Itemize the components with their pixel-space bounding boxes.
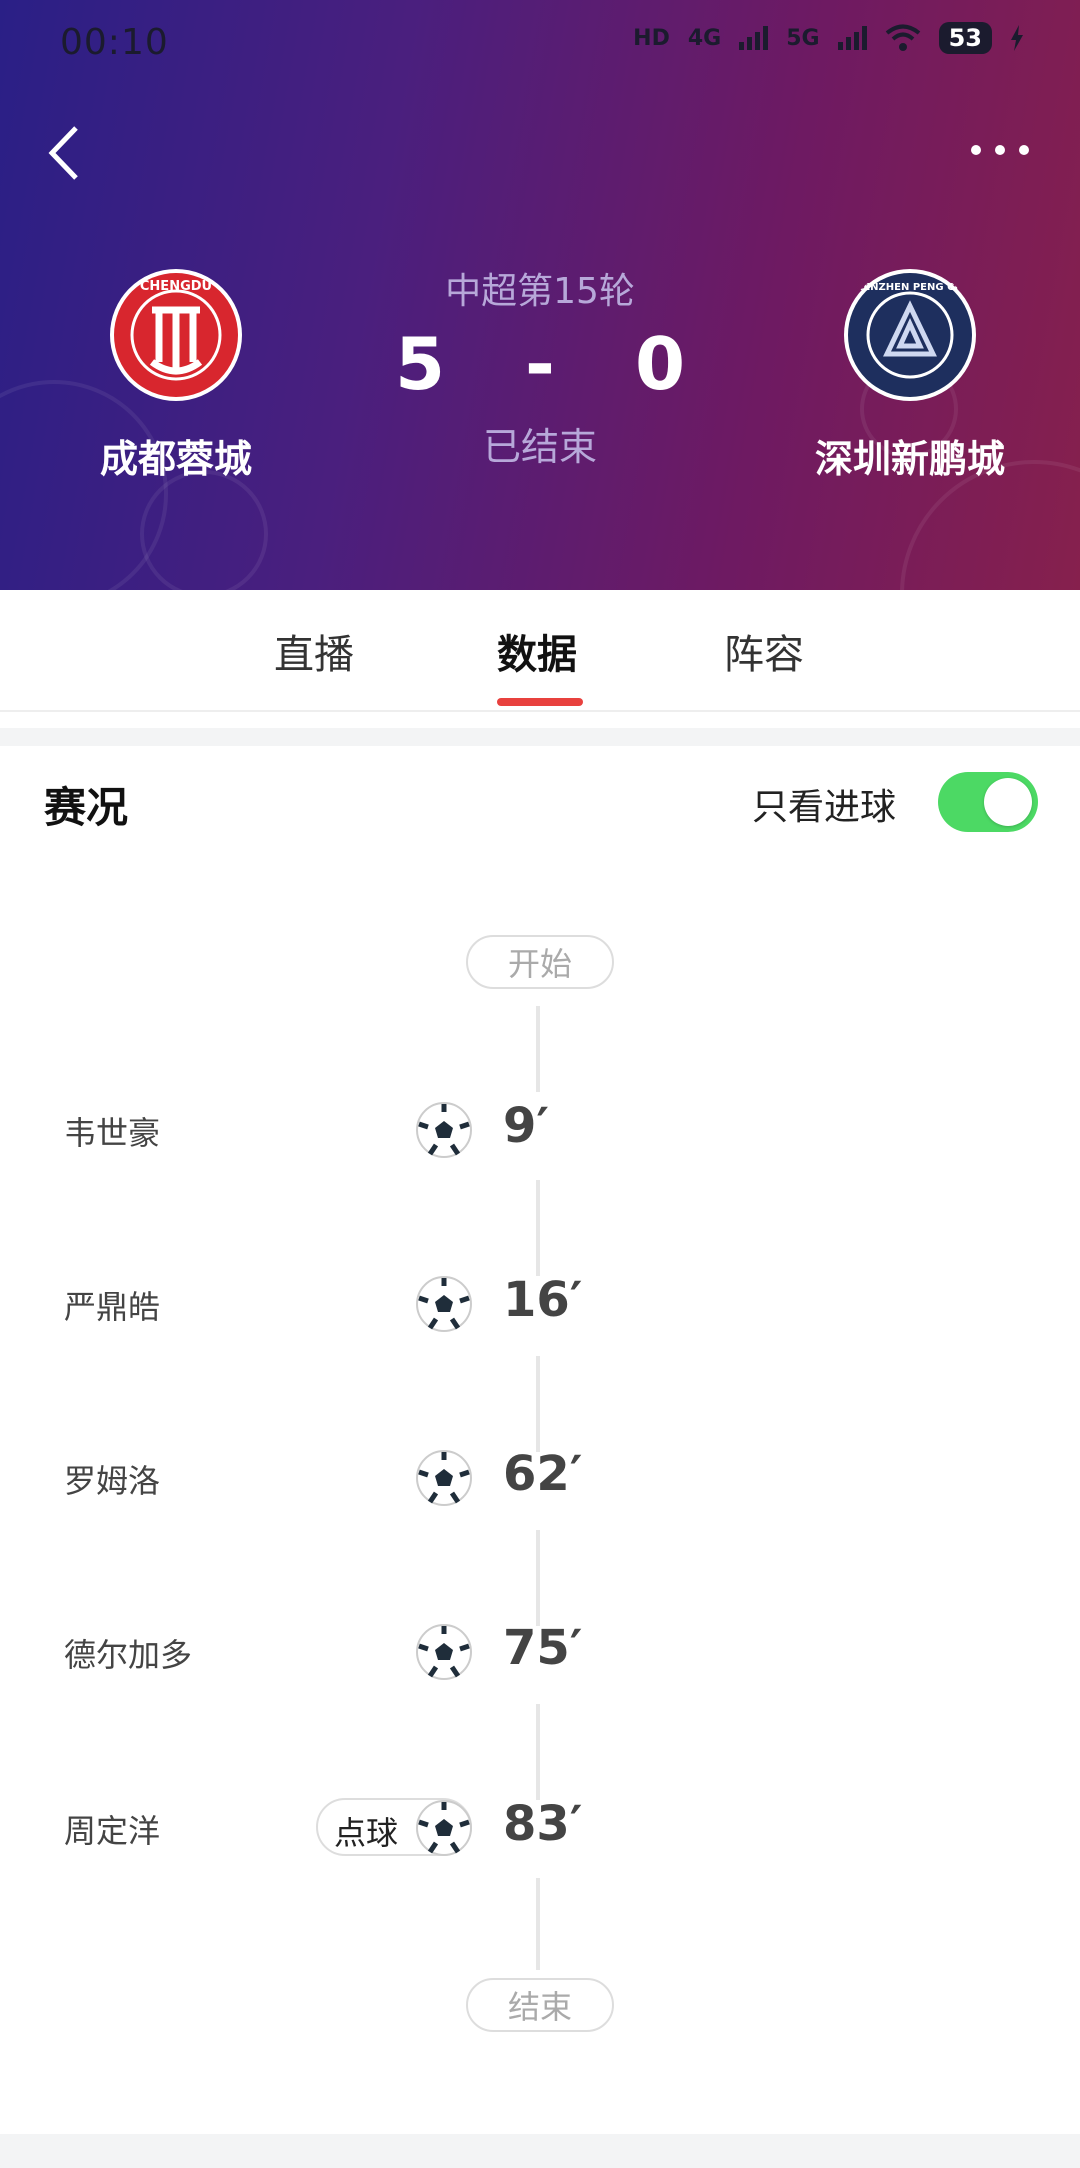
round-label: 中超第15轮 — [445, 271, 635, 312]
timeline-line — [536, 1878, 540, 1970]
away-score: 0 — [634, 322, 686, 406]
score-separator: - — [525, 322, 555, 406]
soccer-ball-icon — [416, 1800, 472, 1856]
signal-5g-label: 5G — [786, 25, 820, 51]
status-icons: HD 4G 5G 53 — [633, 22, 1024, 54]
charging-icon — [1011, 25, 1023, 51]
player-name: 罗姆洛 — [64, 1462, 161, 1500]
player-name: 德尔加多 — [64, 1636, 193, 1674]
hd-icon: HD — [633, 25, 670, 51]
goal-event[interactable]: 德尔加多 75′ — [0, 1612, 1080, 1692]
tab-data[interactable]: 数据 — [497, 622, 577, 680]
soccer-ball-icon — [416, 1450, 472, 1506]
svg-text:SHENZHEN PENG CITY: SHENZHEN PENG CITY — [848, 282, 973, 293]
battery-level: 53 — [938, 22, 992, 54]
back-arrow-icon — [48, 126, 78, 180]
player-name: 韦世豪 — [64, 1114, 161, 1152]
wifi-icon — [885, 24, 920, 51]
home-team-name: 成都蓉城 — [99, 437, 252, 481]
goal-minute: 75′ — [503, 1620, 583, 1676]
more-dot-icon — [1019, 145, 1029, 155]
status-time: 00:10 — [60, 22, 169, 63]
toggle-knob — [984, 778, 1032, 826]
goal-minute: 9′ — [503, 1098, 550, 1154]
soccer-ball-icon — [416, 1276, 472, 1332]
timeline-end: 结束 — [466, 1978, 614, 2032]
home-score: 5 — [394, 322, 446, 406]
tab-lineup[interactable]: 阵容 — [724, 622, 804, 680]
goals-only-toggle[interactable] — [938, 772, 1038, 832]
chengdu-rongcheng-logo: CHENGDU — [110, 269, 242, 401]
match-header: 00:10 HD 4G 5G 53 CHENGDU 成都蓉城 中超第15轮 5 … — [0, 0, 1080, 590]
goal-event[interactable]: 周定洋 点球 83′ — [0, 1788, 1080, 1868]
penalty-tag: 点球 — [316, 1798, 472, 1856]
shenzhen-peng-city-logo: SHENZHEN PENG CITY — [844, 269, 976, 401]
more-dot-icon — [995, 145, 1005, 155]
timeline-start: 开始 — [466, 935, 614, 989]
signal-icon — [739, 26, 769, 50]
home-team[interactable]: CHENGDU 成都蓉城 — [26, 268, 326, 483]
player-name: 严鼎皓 — [64, 1288, 161, 1326]
goal-event[interactable]: 罗姆洛 62′ — [0, 1438, 1080, 1518]
back-button[interactable] — [40, 118, 100, 188]
tab-live[interactable]: 直播 — [274, 622, 354, 680]
signal-icon-2 — [837, 26, 867, 50]
section-divider — [0, 728, 1080, 746]
tab-bar: 直播 数据 阵容 — [0, 590, 1080, 712]
more-dot-icon — [971, 145, 981, 155]
scoreline: 5 - 0 — [340, 322, 740, 406]
signal-4g-label: 4G — [687, 25, 722, 51]
timeline-line — [536, 1180, 540, 1276]
goal-event[interactable]: 严鼎皓 16′ — [0, 1264, 1080, 1344]
away-team[interactable]: SHENZHEN PENG CITY 深圳新鹏城 — [760, 268, 1060, 483]
penalty-label: 点球 — [334, 1814, 399, 1852]
status-bar: 00:10 HD 4G 5G 53 — [0, 0, 1080, 86]
score-panel: 中超第15轮 5 - 0 已结束 — [340, 262, 740, 471]
active-tab-indicator — [497, 698, 583, 706]
goal-minute: 83′ — [503, 1796, 583, 1852]
goal-event[interactable]: 韦世豪 9′ — [0, 1090, 1080, 1170]
away-team-name: 深圳新鹏城 — [814, 437, 1005, 481]
goal-minute: 62′ — [503, 1446, 583, 1502]
svg-text:CHENGDU: CHENGDU — [140, 279, 212, 294]
match-status: 已结束 — [482, 425, 597, 469]
soccer-ball-icon — [416, 1102, 472, 1158]
goal-minute: 16′ — [503, 1272, 583, 1328]
bottom-divider — [0, 2134, 1080, 2168]
player-name: 周定洋 — [64, 1812, 161, 1850]
goals-only-label: 只看进球 — [752, 787, 897, 828]
section-title: 赛况 — [44, 783, 129, 832]
timeline-line — [536, 1006, 540, 1092]
timeline-line — [536, 1704, 540, 1800]
soccer-ball-icon — [416, 1624, 472, 1680]
more-options-button[interactable] — [960, 130, 1040, 170]
